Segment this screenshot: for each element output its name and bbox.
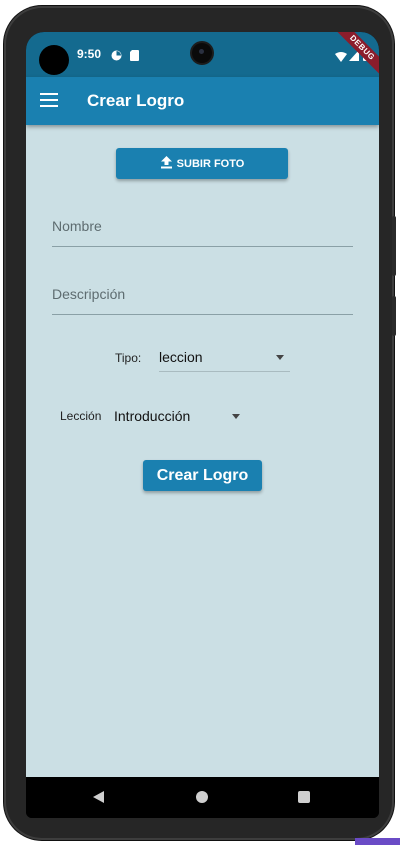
type-dropdown[interactable]: leccion [159,343,290,372]
upload-photo-label: SUBIR FOTO [176,157,245,170]
camera-cutout [39,45,69,75]
type-selected-value: leccion [159,349,203,365]
name-input[interactable] [52,206,353,246]
system-navigation-bar [26,777,379,818]
upload-icon [160,155,173,172]
upload-photo-button[interactable]: SUBIR FOTO [116,148,288,179]
description-input[interactable] [52,274,353,314]
home-icon[interactable] [196,791,208,803]
back-icon[interactable] [93,791,104,803]
status-bar: 9:50 DEBUG [26,32,379,85]
sim-card-icon [130,48,140,66]
create-achievement-button[interactable]: Crear Logro [143,460,262,491]
chevron-down-icon [276,355,284,360]
recent-apps-icon[interactable] [298,791,310,803]
front-camera [192,43,212,63]
status-time: 9:50 [77,47,102,61]
form-content: SUBIR FOTO Tipo: leccion Lección Introdu… [26,125,379,777]
phone-side-button [392,216,396,276]
lesson-label: Lección [60,409,102,423]
phone-side-button [392,296,396,336]
phone-screen: 9:50 DEBUG Crear Logro SUBIR FOTO Nombre… [26,32,379,818]
description-field[interactable] [52,274,353,315]
lesson-dropdown[interactable]: Introducción [114,402,244,430]
hamburger-menu-icon[interactable] [40,93,58,107]
desktop-background-corner [355,838,400,845]
type-label: Tipo: [115,351,142,365]
lesson-selected-value: Introducción [114,408,191,424]
page-title: Crear Logro [87,91,185,110]
app-bar: Crear Logro [26,77,379,125]
phone-frame: 9:50 DEBUG Crear Logro SUBIR FOTO Nombre… [4,6,396,840]
name-field[interactable] [52,206,353,247]
chevron-down-icon [232,414,240,419]
notification-icon [111,48,122,66]
wifi-icon [335,49,347,67]
